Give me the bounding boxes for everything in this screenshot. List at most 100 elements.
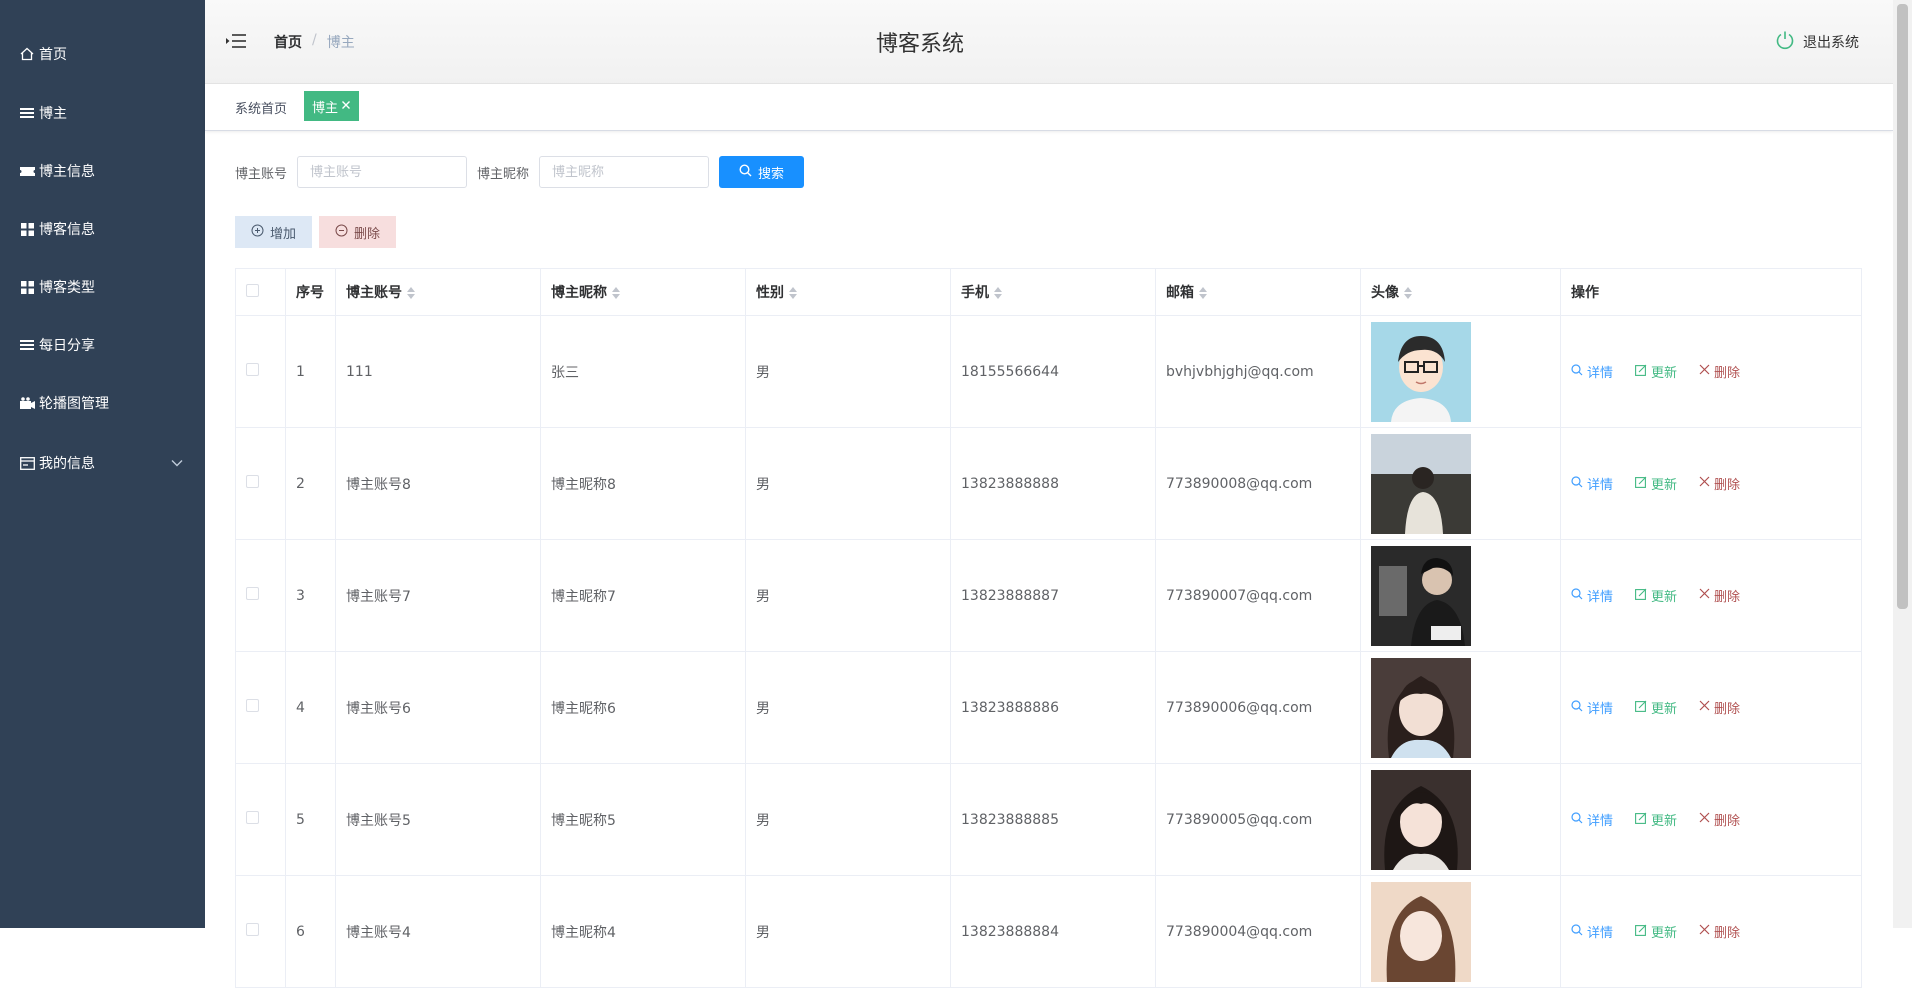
sidebar-item-blogger[interactable]: 博主 (0, 91, 205, 135)
select-cell (235, 651, 286, 764)
sidebar-item-blog-type[interactable]: 博客类型 (0, 265, 205, 309)
batch-delete-button[interactable]: 删除 (319, 216, 396, 248)
sort-icon[interactable] (406, 287, 416, 299)
nickname-cell: 博主昵称7 (540, 539, 746, 652)
select-cell (235, 315, 286, 428)
chevron-down-icon (171, 455, 183, 471)
sort-icon[interactable] (1403, 287, 1413, 299)
avatar[interactable] (1371, 433, 1471, 534)
sidebar-item-blogger-info[interactable]: 博主信息 (0, 149, 205, 193)
add-button[interactable]: 增加 (235, 216, 312, 248)
row-checkbox[interactable] (246, 587, 259, 600)
add-button-label: 增加 (269, 226, 296, 242)
page-scrollbar[interactable] (1893, 0, 1912, 928)
index-cell: 1 (285, 315, 336, 428)
table-row: 3 博主账号7 博主昵称7 男 13823888887 773890007@qq… (235, 539, 1862, 652)
row-checkbox[interactable] (246, 923, 259, 936)
delete-link[interactable]: 删除 (1699, 698, 1740, 717)
update-label: 更新 (1651, 590, 1678, 605)
column-header[interactable]: 邮箱 (1155, 268, 1361, 316)
avatar[interactable] (1371, 545, 1471, 646)
delete-label: 删除 (1714, 702, 1741, 717)
search-icon (1571, 363, 1583, 380)
delete-label: 删除 (1714, 478, 1741, 493)
sidebar-item-my-info[interactable]: 我的信息 (0, 441, 205, 485)
update-link[interactable]: 更新 (1635, 474, 1677, 493)
sidebar-item-home[interactable]: 首页 (0, 32, 205, 76)
row-checkbox[interactable] (246, 811, 259, 824)
column-header: 操作 (1560, 268, 1862, 316)
edit-icon (1635, 812, 1647, 828)
index-cell: 2 (285, 427, 336, 540)
tag-home[interactable]: 系统首页 (235, 98, 287, 117)
column-header[interactable]: 性别 (745, 268, 951, 316)
row-checkbox[interactable] (246, 699, 259, 712)
delete-link[interactable]: 删除 (1699, 922, 1740, 941)
ticket-icon (19, 163, 35, 179)
detail-link[interactable]: 详情 (1571, 474, 1613, 493)
close-icon (1699, 924, 1710, 939)
select-cell (235, 875, 286, 988)
detail-link[interactable]: 详情 (1571, 922, 1613, 941)
sort-icon[interactable] (788, 287, 798, 299)
detail-link[interactable]: 详情 (1571, 362, 1613, 381)
sidebar-item-carousel[interactable]: 轮播图管理 (0, 381, 205, 425)
gender-cell: 男 (745, 875, 951, 988)
account-cell: 博主账号5 (335, 763, 541, 876)
column-label: 性别 (756, 285, 784, 301)
update-link[interactable]: 更新 (1635, 362, 1677, 381)
column-header[interactable]: 博主昵称 (540, 268, 746, 316)
detail-label: 详情 (1587, 366, 1614, 381)
column-header[interactable]: 头像 (1360, 268, 1561, 316)
nickname-label: 博主昵称 (477, 166, 530, 182)
sort-icon[interactable] (1198, 287, 1208, 299)
avatar[interactable] (1371, 321, 1471, 422)
delete-link[interactable]: 删除 (1699, 474, 1740, 493)
sidebar-item-blog-info[interactable]: 博客信息 (0, 207, 205, 251)
avatar[interactable] (1371, 881, 1471, 982)
update-link[interactable]: 更新 (1635, 810, 1677, 829)
column-header[interactable]: 手机 (950, 268, 1156, 316)
sort-icon[interactable] (993, 287, 1003, 299)
gender-cell: 男 (745, 651, 951, 764)
detail-link[interactable]: 详情 (1571, 810, 1613, 829)
nickname-search-input[interactable] (539, 156, 710, 188)
grid-icon (19, 221, 35, 237)
avatar-cell (1360, 651, 1561, 764)
detail-link[interactable]: 详情 (1571, 698, 1613, 717)
search-button[interactable]: 搜索 (719, 156, 805, 188)
tag-blogger[interactable]: 博主 (304, 91, 360, 121)
logout-label: 退出系统 (1803, 35, 1859, 51)
email-cell: 773890007@qq.com (1155, 539, 1361, 652)
edit-icon (1635, 700, 1647, 716)
select-all-checkbox[interactable] (246, 283, 259, 297)
index-cell: 6 (285, 875, 336, 988)
sidebar-item-daily-share[interactable]: 每日分享 (0, 323, 205, 367)
row-checkbox[interactable] (246, 475, 259, 488)
email-cell: bvhjvbhjghj@qq.com (1155, 315, 1361, 428)
sort-icon[interactable] (611, 287, 621, 299)
detail-link[interactable]: 详情 (1571, 586, 1613, 605)
operations-cell: 详情 更新 删除 (1560, 539, 1862, 652)
update-link[interactable]: 更新 (1635, 586, 1677, 605)
update-link[interactable]: 更新 (1635, 698, 1677, 717)
scrollbar-thumb[interactable] (1897, 4, 1908, 609)
avatar[interactable] (1371, 657, 1471, 758)
nickname-cell: 张三 (540, 315, 746, 428)
detail-label: 详情 (1587, 926, 1614, 941)
update-link[interactable]: 更新 (1635, 922, 1677, 941)
account-search-input[interactable] (297, 156, 468, 188)
edit-icon (1635, 924, 1647, 940)
delete-link[interactable]: 删除 (1699, 362, 1740, 381)
avatar-cell (1360, 875, 1561, 988)
delete-link[interactable]: 删除 (1699, 586, 1740, 605)
update-label: 更新 (1651, 702, 1678, 717)
row-checkbox[interactable] (246, 363, 259, 376)
avatar[interactable] (1371, 769, 1471, 870)
delete-link[interactable]: 删除 (1699, 810, 1740, 829)
operations-cell: 详情 更新 删除 (1560, 763, 1862, 876)
nickname-cell: 博主昵称5 (540, 763, 746, 876)
logout-button[interactable]: 退出系统 (1775, 30, 1859, 54)
close-icon[interactable] (341, 99, 351, 114)
column-header[interactable]: 博主账号 (335, 268, 541, 316)
